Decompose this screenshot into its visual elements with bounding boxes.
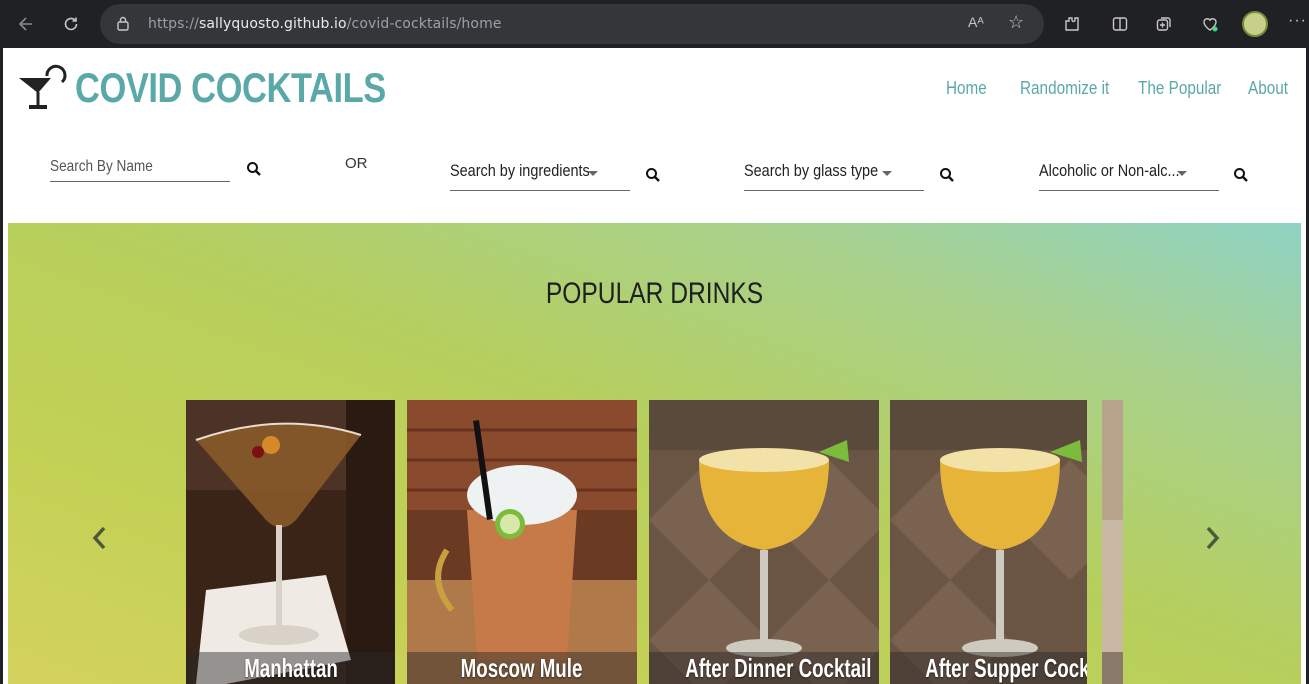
search-name-input[interactable]: Search By Name — [50, 158, 230, 182]
web-page: COVID COCKTAILS Home Randomize it The Po… — [3, 48, 1306, 684]
read-aloud-icon[interactable]: Aᴬ — [968, 14, 984, 30]
search-name-placeholder: Search By Name — [50, 158, 153, 175]
lock-icon[interactable] — [116, 15, 130, 36]
popular-drinks-section: POPULAR DRINKS Manhattan Moscow Mule Aft… — [8, 223, 1301, 684]
drink-caption: Manhattan — [186, 652, 395, 684]
search-alcoholic-icon[interactable] — [1233, 167, 1249, 183]
partial-drink-image — [1102, 400, 1123, 684]
alcoholic-select[interactable]: Alcoholic or Non-alc... — [1039, 158, 1219, 191]
manhattan-image — [186, 400, 395, 684]
url-host: sallyquosto.github.io — [198, 16, 347, 32]
site-logo[interactable]: COVID COCKTAILS — [17, 62, 454, 114]
nav-popular[interactable]: The Popular — [1138, 78, 1221, 99]
search-glass-icon[interactable] — [939, 167, 955, 183]
url-text[interactable]: https://sallyquosto.github.io/covid-cock… — [148, 16, 502, 32]
section-title: POPULAR DRINKS — [545, 277, 764, 310]
profile-avatar[interactable] — [1242, 11, 1268, 37]
drink-caption: After Dinner Cocktail — [649, 652, 879, 684]
nav-about[interactable]: About — [1248, 78, 1288, 99]
ingredients-select[interactable]: Search by ingredients — [450, 158, 630, 191]
reload-icon[interactable] — [57, 10, 85, 38]
glass-type-select-label: Search by glass type — [744, 161, 879, 180]
drink-caption: After Supper Cockta — [890, 652, 1087, 684]
url-prefix: https:// — [148, 16, 199, 32]
or-label: OR — [345, 155, 368, 172]
drink-card[interactable]: After Dinner Cocktail — [649, 400, 879, 684]
drink-card[interactable]: Moscow Mule — [407, 400, 637, 684]
chevron-down-icon — [882, 171, 892, 176]
carousel-next-icon[interactable] — [1200, 523, 1224, 553]
alcoholic-select-label: Alcoholic or Non-alc... — [1039, 161, 1180, 180]
search-name-icon[interactable] — [246, 161, 262, 177]
ingredients-select-label: Search by ingredients — [450, 161, 590, 180]
after-supper-cocktail-image — [890, 400, 1087, 684]
drink-card[interactable]: Manhattan — [186, 400, 395, 684]
after-dinner-cocktail-image — [649, 400, 879, 684]
chevron-down-icon — [588, 171, 598, 176]
browser-essentials-icon[interactable] — [1196, 10, 1224, 38]
more-menu-icon[interactable]: ··· — [1288, 12, 1307, 30]
favorite-star-icon[interactable]: ☆ — [1008, 12, 1024, 33]
browser-toolbar: https://sallyquosto.github.io/covid-cock… — [0, 0, 1309, 48]
logo-text: COVID COCKTAILS — [75, 64, 386, 111]
split-screen-icon[interactable] — [1106, 10, 1134, 38]
url-path: /covid-cocktails/home — [346, 16, 502, 32]
drink-card[interactable]: After Supper Cockta — [890, 400, 1087, 684]
cocktail-glass-icon — [19, 64, 67, 109]
moscow-mule-image — [407, 400, 637, 684]
carousel-prev-icon[interactable] — [88, 523, 112, 553]
glass-type-select[interactable]: Search by glass type — [744, 158, 924, 191]
nav-home[interactable]: Home — [946, 78, 987, 99]
collections-icon[interactable] — [1150, 10, 1178, 38]
drink-caption: Moscow Mule — [407, 652, 637, 684]
search-ingredients-icon[interactable] — [645, 167, 661, 183]
drink-card-partial[interactable] — [1102, 400, 1123, 684]
back-icon[interactable] — [12, 10, 40, 38]
nav-randomize[interactable]: Randomize it — [1020, 78, 1109, 99]
address-bar[interactable]: https://sallyquosto.github.io/covid-cock… — [100, 4, 1044, 44]
extensions-icon[interactable] — [1058, 10, 1086, 38]
chevron-down-icon — [1177, 171, 1187, 176]
